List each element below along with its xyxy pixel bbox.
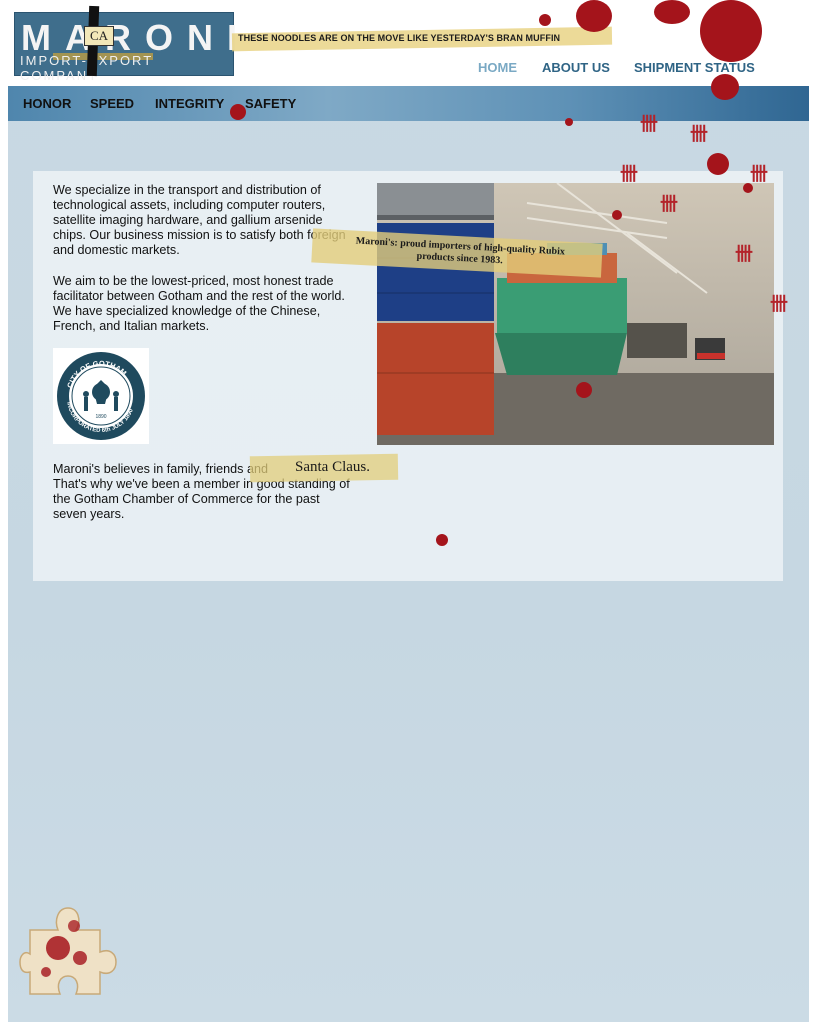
blood-splat bbox=[707, 153, 729, 175]
logo-overlay-letters: CA bbox=[84, 26, 114, 46]
joker-hatch-mark: 卌 bbox=[620, 164, 638, 184]
value-speed: SPEED bbox=[90, 96, 135, 111]
chamber-text: That's why we've been a member in good s… bbox=[53, 477, 350, 521]
joker-hatch-mark: 卌 bbox=[750, 164, 768, 184]
santa-claus-note: Santa Claus. bbox=[295, 459, 370, 475]
svg-text:1890: 1890 bbox=[95, 414, 106, 420]
joker-hatch-mark: 卌 bbox=[770, 294, 788, 314]
blood-splat bbox=[436, 534, 448, 546]
blood-splat bbox=[539, 14, 551, 26]
nav-home-link[interactable]: HOME bbox=[478, 60, 517, 75]
blood-splat bbox=[654, 0, 690, 24]
joker-hatch-mark: 卌 bbox=[690, 124, 708, 144]
value-safety: SAFETY bbox=[245, 96, 297, 111]
joker-hatch-mark: 卌 bbox=[735, 244, 753, 264]
nav-shipment-status-link[interactable]: SHIPMENT STATUS bbox=[634, 60, 755, 75]
puzzle-piece-icon[interactable] bbox=[18, 902, 118, 1002]
family-text: Maroni's believes in family, friends and bbox=[53, 462, 268, 476]
blood-splat bbox=[700, 0, 762, 62]
values-bar: HONOR SPEED INTEGRITY SAFETY bbox=[8, 86, 809, 121]
seal-icon: CITY OF GOTHAM INCORPORATED 6th JULY 189… bbox=[57, 352, 145, 440]
cargo-ship-image bbox=[377, 183, 774, 445]
tagline: THESE NOODLES ARE ON THE MOVE LIKE YESTE… bbox=[238, 33, 561, 43]
blood-splat bbox=[576, 0, 612, 32]
nav-about-link[interactable]: ABOUT US bbox=[542, 60, 610, 75]
intro-paragraph: We specialize in the transport and distr… bbox=[53, 183, 346, 257]
logo-subtitle: IMPORT-EXPORT COMPANY bbox=[20, 53, 151, 83]
mission-paragraph: We aim to be the lowest-priced, most hon… bbox=[53, 274, 345, 333]
blood-splat bbox=[576, 382, 592, 398]
value-integrity: INTEGRITY bbox=[155, 96, 225, 111]
maroni-logo[interactable]: MARONI IMPORT-EXPORT COMPANY bbox=[14, 12, 237, 83]
blood-splat bbox=[711, 74, 739, 100]
blood-splat bbox=[565, 118, 573, 126]
gotham-city-seal: CITY OF GOTHAM INCORPORATED 6th JULY 189… bbox=[53, 348, 149, 444]
blood-splat bbox=[612, 210, 622, 220]
joker-hatch-mark: 卌 bbox=[640, 114, 658, 134]
joker-hatch-mark: 卌 bbox=[660, 194, 678, 214]
blood-splat bbox=[230, 104, 246, 120]
value-honor: HONOR bbox=[23, 96, 72, 111]
port-photo bbox=[377, 183, 774, 445]
